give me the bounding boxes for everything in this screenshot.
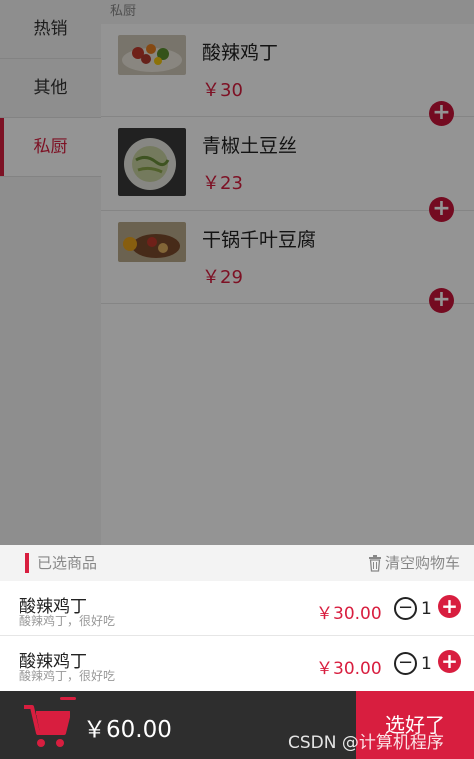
plus-icon: + [441, 649, 458, 673]
trash-icon [368, 554, 381, 572]
cart-item-desc: 酸辣鸡丁，很好吃 [19, 669, 116, 683]
shopping-cart-icon[interactable] [22, 699, 71, 751]
cart-item: 酸辣鸡丁 酸辣鸡丁，很好吃 ￥30.00 − 1 + [0, 581, 474, 636]
accent-bar [25, 553, 29, 573]
cart-header: 已选商品 清空购物车 [0, 545, 474, 581]
quantity: 1 [421, 599, 432, 619]
decrease-button[interactable]: − [394, 652, 417, 675]
plus-icon: + [441, 594, 458, 618]
cart-panel: 已选商品 清空购物车 酸辣鸡丁 酸辣鸡丁，很好吃 ￥30.00 − 1 + 酸辣… [0, 545, 474, 691]
cart-item-price: ￥30.00 [316, 659, 382, 679]
cart-title: 已选商品 [37, 554, 98, 572]
increase-button[interactable]: + [438, 650, 461, 673]
watermark: CSDN @计算机程序 [288, 733, 444, 753]
cart-total: ￥60.00 [83, 717, 172, 743]
cart-item-price: ￥30.00 [316, 604, 382, 624]
quantity: 1 [421, 654, 432, 674]
increase-button[interactable]: + [438, 595, 461, 618]
minus-icon: − [397, 652, 414, 673]
clear-cart-button[interactable]: 清空购物车 [368, 546, 460, 580]
decrease-button[interactable]: − [394, 597, 417, 620]
cart-item: 酸辣鸡丁 酸辣鸡丁，很好吃 ￥30.00 − 1 + [0, 636, 474, 690]
clear-cart-label: 清空购物车 [384, 554, 460, 572]
cart-item-desc: 酸辣鸡丁，很好吃 [19, 614, 116, 628]
cart-badge [60, 697, 76, 700]
overlay-mask[interactable] [0, 0, 474, 545]
minus-icon: − [397, 597, 414, 618]
